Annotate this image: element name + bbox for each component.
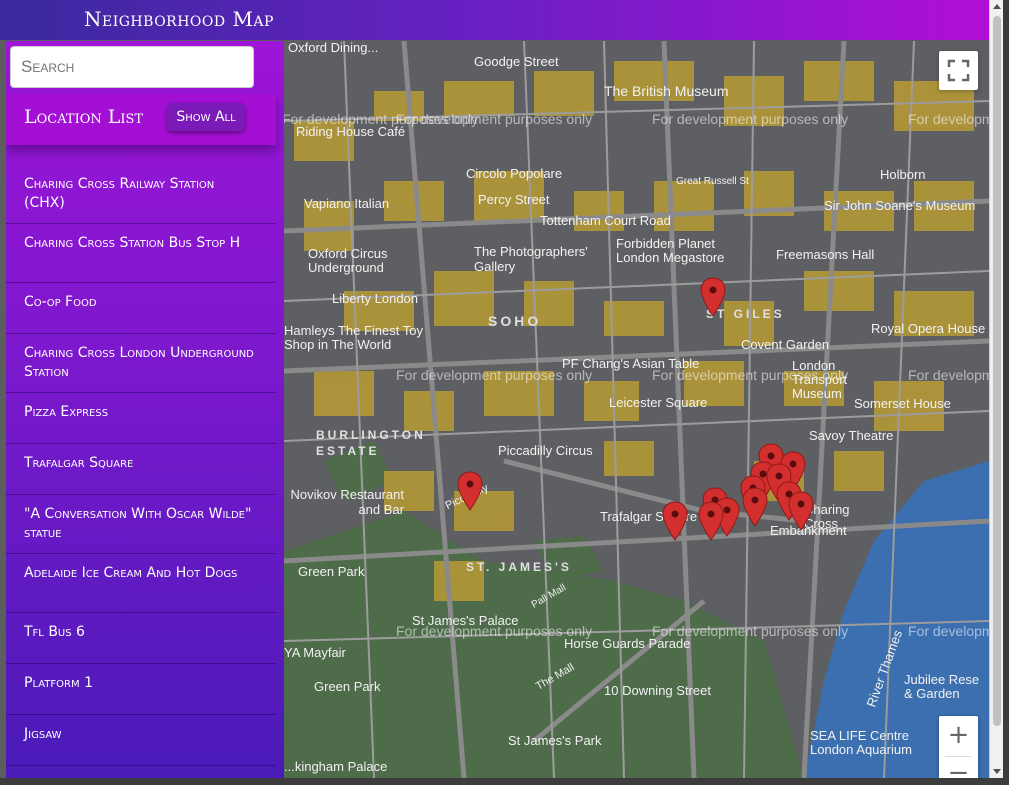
- map-label: Forbidden Planet London Megastore: [616, 236, 725, 265]
- map-label: Riding House Café: [296, 124, 406, 139]
- list-item[interactable]: Co-op Food: [6, 283, 276, 334]
- map-label: London Transport Museum: [792, 358, 848, 401]
- app-header: Neighborhood Map: [0, 0, 989, 40]
- map-marker-pin[interactable]: [788, 491, 814, 531]
- map-marker-pin[interactable]: [700, 277, 726, 317]
- map-label: Sir John Soane's Museum: [824, 198, 976, 213]
- zoom-control: + −: [939, 716, 978, 778]
- list-item[interactable]: Pizza Express: [6, 393, 276, 444]
- map-label: Somerset House: [854, 396, 951, 411]
- dev-watermark: For development purposes only: [908, 623, 989, 639]
- list-item[interactable]: Charing Cross Station Bus Stop H: [6, 224, 276, 283]
- map-label: Novikov Restaurant and Bar: [290, 487, 404, 517]
- scrollbar-thumb[interactable]: [993, 16, 1001, 726]
- map-label: Jubilee Rese & Garden: [904, 672, 980, 701]
- dev-watermark: For development purposes only: [908, 111, 989, 127]
- list-item[interactable]: Tfl Bus 6: [6, 613, 276, 664]
- list-item[interactable]: "A Conversation With Oscar Wilde" statue: [6, 495, 276, 554]
- map-label: Tottenham Court Road: [540, 213, 671, 228]
- map-label: The British Museum: [604, 83, 729, 99]
- map-marker-pin[interactable]: [698, 501, 724, 541]
- map-marker-pin[interactable]: [662, 501, 688, 541]
- scroll-up-icon[interactable]: [993, 4, 1001, 9]
- app-window: Neighborhood Map Location List Show All …: [0, 0, 1009, 785]
- map-label: Vapiano Italian: [304, 196, 390, 211]
- map-label: Oxford Dining...: [288, 41, 379, 55]
- map-area-label: ST. JAMES'S: [466, 560, 572, 574]
- search-input[interactable]: [10, 46, 254, 88]
- show-all-button[interactable]: Show All: [167, 103, 245, 131]
- map-label: Holborn: [880, 167, 926, 182]
- map-label: SEA LIFE Centre London Aquarium: [810, 728, 912, 757]
- list-item[interactable]: Trafalgar Square: [6, 444, 276, 495]
- map-label: Leicester Square: [609, 395, 708, 410]
- map-marker-pin[interactable]: [457, 471, 483, 511]
- map-label: YA Mayfair: [284, 645, 346, 660]
- map-label: St James's Palace: [412, 613, 519, 628]
- map-label: Horse Guards Parade: [564, 636, 691, 651]
- location-list-title: Location List: [24, 106, 144, 128]
- map-label: Green Park: [314, 679, 381, 694]
- map-label: St James's Park: [508, 733, 602, 748]
- map-marker-pin[interactable]: [742, 487, 768, 527]
- map-label: Savoy Theatre: [809, 428, 894, 443]
- map-label: Oxford Circus Underground: [308, 246, 388, 275]
- map-label: The Photographers' Gallery: [474, 244, 588, 274]
- dev-watermark: For development purposes only: [908, 367, 989, 383]
- list-item[interactable]: Jigsaw: [6, 715, 276, 766]
- map-label: Piccadilly Circus: [498, 443, 593, 458]
- map-label: Hamleys The Finest Toy Shop in The World: [284, 323, 423, 352]
- map-label: Freemasons Hall: [776, 247, 875, 262]
- map-label: Goodge Street: [474, 54, 559, 69]
- app-title: Neighborhood Map: [84, 7, 274, 31]
- map-label: Green Park: [298, 564, 365, 579]
- fullscreen-button[interactable]: [939, 51, 978, 90]
- fullscreen-icon: [947, 59, 970, 82]
- map-label: PF Chang's Asian Table: [562, 356, 700, 371]
- list-item[interactable]: Platform 1: [6, 664, 276, 715]
- list-item[interactable]: Charing Cross London Underground Station: [6, 334, 276, 393]
- list-item[interactable]: Adelaide Ice Cream And Hot Dogs: [6, 554, 276, 613]
- scroll-down-icon[interactable]: [993, 769, 1001, 774]
- sidebar: Location List Show All Charing Cross Rai…: [6, 41, 284, 778]
- window-edge: [1003, 0, 1009, 785]
- list-item[interactable]: Charing Cross Railway Station (CHX): [6, 165, 276, 224]
- dev-watermark: For development purposes only: [396, 111, 593, 127]
- map-area-label: BURLINGTON ESTATE: [316, 428, 426, 458]
- map-label: 10 Downing Street: [604, 683, 711, 698]
- window-edge: [0, 778, 1009, 785]
- page-scrollbar[interactable]: [989, 0, 1004, 778]
- zoom-in-button[interactable]: +: [939, 716, 978, 755]
- dev-watermark: For development purposes only: [652, 111, 849, 127]
- map-area-label: SOHO: [488, 313, 542, 329]
- map-label: Circolo Popolare: [466, 166, 563, 181]
- map-label: ...kingham Palace: [284, 759, 388, 774]
- map-label: Percy Street: [478, 192, 550, 207]
- map-label: Liberty London: [332, 291, 419, 306]
- zoom-divider: [945, 756, 972, 757]
- zoom-out-button[interactable]: −: [939, 758, 978, 778]
- map-label: Great Russell St: [676, 176, 749, 187]
- location-list: Charing Cross Railway Station (CHX) Char…: [6, 165, 276, 766]
- location-list-header: Location List Show All: [6, 93, 276, 145]
- map-label: Royal Opera House: [871, 321, 986, 336]
- map-view[interactable]: For development purposes only For develo…: [284, 41, 989, 778]
- map-label: Covent Garden: [741, 337, 830, 352]
